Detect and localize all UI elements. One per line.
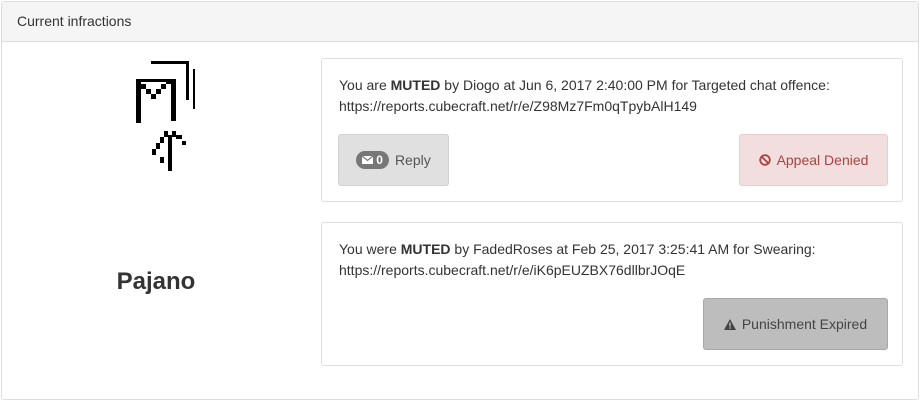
infraction-details: by FadedRoses at Feb 25, 2017 3:25:41 AM… xyxy=(450,241,816,257)
warning-icon xyxy=(723,318,736,330)
envelope-icon xyxy=(362,156,374,164)
infraction-prefix: You were xyxy=(339,241,401,257)
punishment-expired-button[interactable]: Punishment Expired xyxy=(703,298,888,350)
infraction-text: You are MUTED by Diogo at Jun 6, 2017 2:… xyxy=(339,75,885,117)
appeal-denied-button[interactable]: Appeal Denied xyxy=(739,134,888,186)
infraction-type: MUTED xyxy=(390,77,441,93)
infraction-card: You are MUTED by Diogo at Jun 6, 2017 2:… xyxy=(321,58,903,202)
reply-label: Reply xyxy=(394,152,431,168)
ban-icon xyxy=(758,154,771,166)
player-name: Pajano xyxy=(116,268,196,295)
player-skin-image xyxy=(136,61,195,171)
infraction-details: by Diogo at Jun 6, 2017 2:40:00 PM for T… xyxy=(440,77,830,93)
panel-title: Current infractions xyxy=(2,2,918,42)
infraction-type: MUTED xyxy=(400,241,451,257)
appeal-status-label: Appeal Denied xyxy=(776,152,869,168)
reply-count-badge: 0 xyxy=(356,151,389,169)
infraction-card: You were MUTED by FadedRoses at Feb 25, … xyxy=(321,222,903,366)
infraction-link[interactable]: https://reports.cubecraft.net/r/e/Z98Mz7… xyxy=(339,98,697,114)
punishment-status-label: Punishment Expired xyxy=(741,316,868,332)
reply-button[interactable]: 0 Reply xyxy=(338,134,449,186)
infraction-link[interactable]: https://reports.cubecraft.net/r/e/iK6pEU… xyxy=(339,262,685,278)
reply-count: 0 xyxy=(376,153,383,167)
infraction-text: You were MUTED by FadedRoses at Feb 25, … xyxy=(339,239,885,281)
infraction-prefix: You are xyxy=(339,77,391,93)
